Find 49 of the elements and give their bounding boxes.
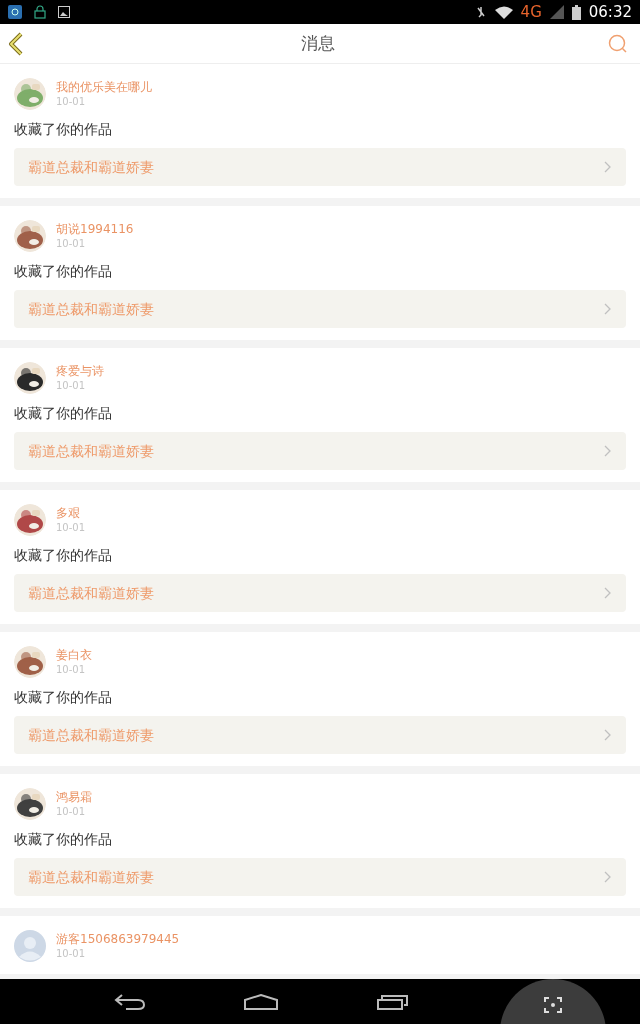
message-date: 10-01 [56, 95, 87, 109]
work-link[interactable]: 霸道总裁和霸道娇妻 [14, 574, 626, 612]
chevron-left-icon [8, 31, 24, 56]
work-link[interactable]: 霸道总裁和霸道娇妻 [14, 858, 626, 896]
image-icon [58, 6, 70, 18]
user-name[interactable]: 游客1506863979445 [56, 931, 180, 947]
chevron-right-icon [604, 161, 612, 173]
chevron-right-icon [604, 587, 612, 599]
wifi-icon [494, 5, 513, 19]
work-link[interactable]: 霸道总裁和霸道娇妻 [14, 432, 626, 470]
search-icon [608, 33, 628, 54]
page-title: 消息 [301, 31, 335, 55]
user-name[interactable]: 胡说1994116 [56, 221, 134, 237]
user-name[interactable]: 姜白衣 [56, 647, 92, 663]
app-icon [8, 5, 22, 19]
user-name[interactable]: 鸿易霜 [56, 789, 92, 805]
message-text: 收藏了你的作品 [14, 120, 113, 139]
signal-icon [549, 5, 564, 19]
lock-icon [34, 5, 46, 19]
message-date: 10-01 [56, 947, 87, 961]
message-date: 10-01 [56, 805, 87, 819]
battery-icon [571, 4, 581, 20]
message-date: 10-01 [56, 379, 87, 393]
network-label: 4G [520, 4, 542, 20]
chevron-right-icon [604, 445, 612, 457]
work-link[interactable]: 霸道总裁和霸道娇妻 [14, 716, 626, 754]
chevron-right-icon [604, 871, 612, 883]
message-text: 收藏了你的作品 [14, 830, 113, 849]
recents-icon [376, 993, 409, 1010]
screenshot-icon [544, 996, 563, 1013]
message-date: 10-01 [56, 237, 87, 251]
mute-icon [474, 5, 487, 19]
home-icon [244, 993, 279, 1010]
message-text: 收藏了你的作品 [14, 262, 113, 281]
chevron-right-icon [604, 303, 612, 315]
user-name[interactable]: 我的优乐美在哪儿 [56, 79, 152, 95]
work-link[interactable]: 霸道总裁和霸道娇妻 [14, 290, 626, 328]
message-date: 10-01 [56, 521, 86, 535]
back-arrow-icon [113, 992, 146, 1011]
work-link[interactable]: 霸道总裁和霸道娇妻 [14, 148, 626, 186]
message-text: 收藏了你的作品 [14, 546, 113, 565]
message-text: 收藏了你的作品 [14, 404, 113, 423]
message-date: 10-01 [56, 663, 87, 677]
clock: 06:32 [588, 4, 632, 20]
user-name[interactable]: 多艰 [56, 505, 86, 521]
avatar-icon [14, 930, 46, 962]
user-name[interactable]: 疼爱与诗 [56, 363, 104, 379]
message-text: 收藏了你的作品 [14, 688, 113, 707]
chevron-right-icon [604, 729, 612, 741]
